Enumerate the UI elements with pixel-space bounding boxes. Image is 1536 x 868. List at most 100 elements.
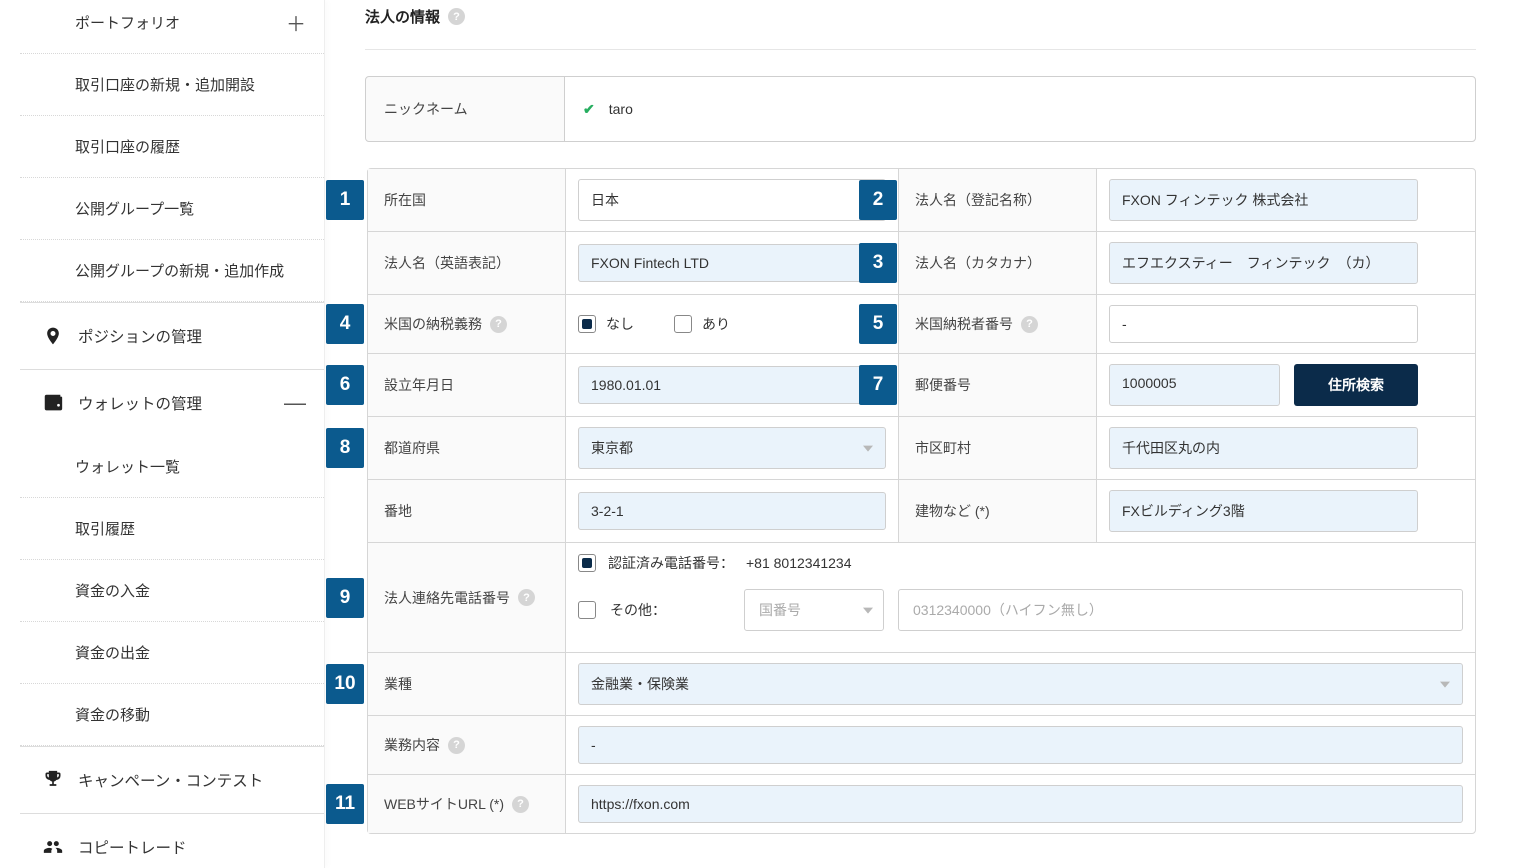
sidebar-item-account-history[interactable]: 取引口座の履歴 xyxy=(20,116,324,178)
radio-verified-phone[interactable] xyxy=(578,554,596,572)
sidebar-section-label: コピートレード xyxy=(78,836,187,858)
building-input[interactable]: FXビルディング3階 xyxy=(1109,490,1418,532)
sidebar-section-label: ウォレットの管理 xyxy=(78,392,202,414)
badge-5: 5 xyxy=(859,304,897,344)
label-country: 所在国 xyxy=(368,169,566,231)
url-input[interactable]: https://fxon.com xyxy=(578,785,1463,823)
row-url: 11 WEBサイトURL (*) https://fxon.com xyxy=(368,775,1475,833)
label-corp-name-en: 法人名（英語表記） xyxy=(368,232,566,294)
sidebar-item-open-account[interactable]: 取引口座の新規・追加開設 xyxy=(20,54,324,116)
label-phone: 法人連絡先電話番号 xyxy=(368,543,566,652)
row-business: 業務内容 - xyxy=(368,716,1475,775)
row-street-building: 番地 3-2-1 建物など (*) FXビルディング3階 xyxy=(368,480,1475,543)
checkbox-icon xyxy=(578,315,596,333)
city-input[interactable]: 千代田区丸の内 xyxy=(1109,427,1418,469)
nickname-value-cell: ✔ taro xyxy=(564,77,1475,141)
help-icon[interactable] xyxy=(512,796,529,813)
row-pref-city: 8 都道府県 東京都 市区町村 千代田区丸の内 xyxy=(368,417,1475,480)
plus-icon: ＋ xyxy=(286,8,306,37)
form-grid: 1 所在国 日本 2 法人名（登記名称） FXON フィンテック 株式会社 法人… xyxy=(367,168,1476,834)
row-corpname-en-kana: 法人名（英語表記） FXON Fintech LTD 3 法人名（カタカナ） エ… xyxy=(368,232,1475,295)
sidebar-item-label: 資金の入金 xyxy=(75,580,150,601)
check-icon: ✔ xyxy=(583,101,595,118)
wallet-icon xyxy=(42,392,64,414)
badge-9: 9 xyxy=(326,578,364,618)
sidebar-section-wallet[interactable]: ウォレットの管理 — xyxy=(20,369,324,436)
label-us-tax-id: 米国納税者番号 xyxy=(899,295,1097,353)
row-establish-postal: 6 設立年月日 1980.01.01 7 郵便番号 1000005 住所検索 xyxy=(368,354,1475,417)
sidebar-item-label: 取引口座の新規・追加開設 xyxy=(75,74,255,95)
radio-us-tax-none[interactable]: なし xyxy=(578,314,634,334)
help-icon[interactable] xyxy=(448,737,465,754)
sidebar-item-portfolio[interactable]: ポートフォリオ ＋ xyxy=(20,0,324,54)
business-input[interactable]: - xyxy=(578,726,1463,764)
sidebar-item-label: 取引口座の履歴 xyxy=(75,136,180,157)
sidebar-section-copytrade[interactable]: コピートレード xyxy=(20,813,324,868)
sidebar-item-label: 資金の出金 xyxy=(75,642,150,663)
row-us-tax: 4 米国の納税義務 なし あり xyxy=(368,295,1475,354)
other-phone-label: その他： xyxy=(610,600,730,620)
label-us-tax: 米国の納税義務 xyxy=(368,295,566,353)
section-title: 法人の情報 xyxy=(365,6,440,27)
checkbox-icon xyxy=(674,315,692,333)
sidebar-item-withdraw[interactable]: 資金の出金 xyxy=(20,622,324,684)
country-input[interactable]: 日本 xyxy=(578,179,886,221)
establish-input[interactable]: 1980.01.01 xyxy=(578,366,886,404)
sidebar-item-transaction-history[interactable]: 取引履歴 xyxy=(20,498,324,560)
sidebar-item-label: 資金の移動 xyxy=(75,704,150,725)
corp-name-kana-input[interactable]: エフエクスティー フィンテック （カ） xyxy=(1109,242,1418,284)
sidebar-section-label: ポジションの管理 xyxy=(78,325,202,347)
verified-phone-label: 認証済み電話番号： xyxy=(608,553,734,573)
sidebar-item-label: ウォレット一覧 xyxy=(75,456,180,477)
us-tax-id-input[interactable]: - xyxy=(1109,305,1418,343)
label-building: 建物など (*) xyxy=(899,480,1097,542)
verified-phone-value: +81 8012341234 xyxy=(746,555,852,571)
sidebar-item-label: 公開グループ一覧 xyxy=(75,198,194,219)
badge-6: 6 xyxy=(326,365,364,405)
sidebar-item-create-group[interactable]: 公開グループの新規・追加作成 xyxy=(20,240,324,302)
sidebar-item-wallet-list[interactable]: ウォレット一覧 xyxy=(20,436,324,498)
badge-8: 8 xyxy=(326,428,364,468)
badge-4: 4 xyxy=(326,304,364,344)
badge-7: 7 xyxy=(859,365,897,405)
radio-us-tax-yes[interactable]: あり xyxy=(674,314,730,334)
main: 法人の情報 ニックネーム ✔ taro 1 所在国 日本 2 法人名（登記名称） xyxy=(325,0,1536,868)
street-input[interactable]: 3-2-1 xyxy=(578,492,886,530)
pref-select[interactable]: 東京都 xyxy=(578,427,886,469)
help-icon[interactable] xyxy=(448,8,465,25)
label-url: WEBサイトURL (*) xyxy=(368,775,566,833)
label-street: 番地 xyxy=(368,480,566,542)
radio-other-phone[interactable] xyxy=(578,601,596,619)
help-icon[interactable] xyxy=(490,316,507,333)
label-city: 市区町村 xyxy=(899,417,1097,479)
sidebar-item-public-groups[interactable]: 公開グループ一覧 xyxy=(20,178,324,240)
sidebar-item-deposit[interactable]: 資金の入金 xyxy=(20,560,324,622)
label-pref: 都道府県 xyxy=(368,417,566,479)
people-icon xyxy=(42,837,64,857)
minus-icon: — xyxy=(284,390,306,416)
sidebar-section-position[interactable]: ポジションの管理 xyxy=(20,302,324,369)
other-phone-input[interactable]: 0312340000（ハイフン無し） xyxy=(898,589,1463,631)
postal-input[interactable]: 1000005 xyxy=(1109,364,1280,406)
badge-10: 10 xyxy=(326,664,364,704)
badge-1: 1 xyxy=(326,180,364,220)
country-code-select[interactable]: 国番号 xyxy=(744,589,884,631)
help-icon[interactable] xyxy=(1021,316,1038,333)
sidebar: ポートフォリオ ＋ 取引口座の新規・追加開設 取引口座の履歴 公開グループ一覧 … xyxy=(0,0,325,868)
sidebar-section-label: キャンペーン・コンテスト xyxy=(78,769,263,791)
sidebar-item-transfer[interactable]: 資金の移動 xyxy=(20,684,324,746)
industry-select[interactable]: 金融業・保険業 xyxy=(578,663,1463,705)
sidebar-item-label: 取引履歴 xyxy=(75,518,135,539)
help-icon[interactable] xyxy=(518,589,535,606)
corp-name-input[interactable]: FXON フィンテック 株式会社 xyxy=(1109,179,1418,221)
phone-block: 認証済み電話番号： +81 8012341234 その他： 国番号 031234… xyxy=(566,543,1475,652)
nickname-box: ニックネーム ✔ taro xyxy=(365,76,1476,142)
row-industry: 10 業種 金融業・保険業 xyxy=(368,653,1475,716)
corp-name-en-input[interactable]: FXON Fintech LTD xyxy=(578,244,886,282)
address-search-button[interactable]: 住所検索 xyxy=(1294,364,1418,406)
nickname-value: taro xyxy=(609,101,633,117)
section-header: 法人の情報 xyxy=(365,0,1476,50)
label-corp-name-kana: 法人名（カタカナ） xyxy=(899,232,1097,294)
label-business: 業務内容 xyxy=(368,716,566,774)
sidebar-section-campaign[interactable]: キャンペーン・コンテスト xyxy=(20,746,324,813)
